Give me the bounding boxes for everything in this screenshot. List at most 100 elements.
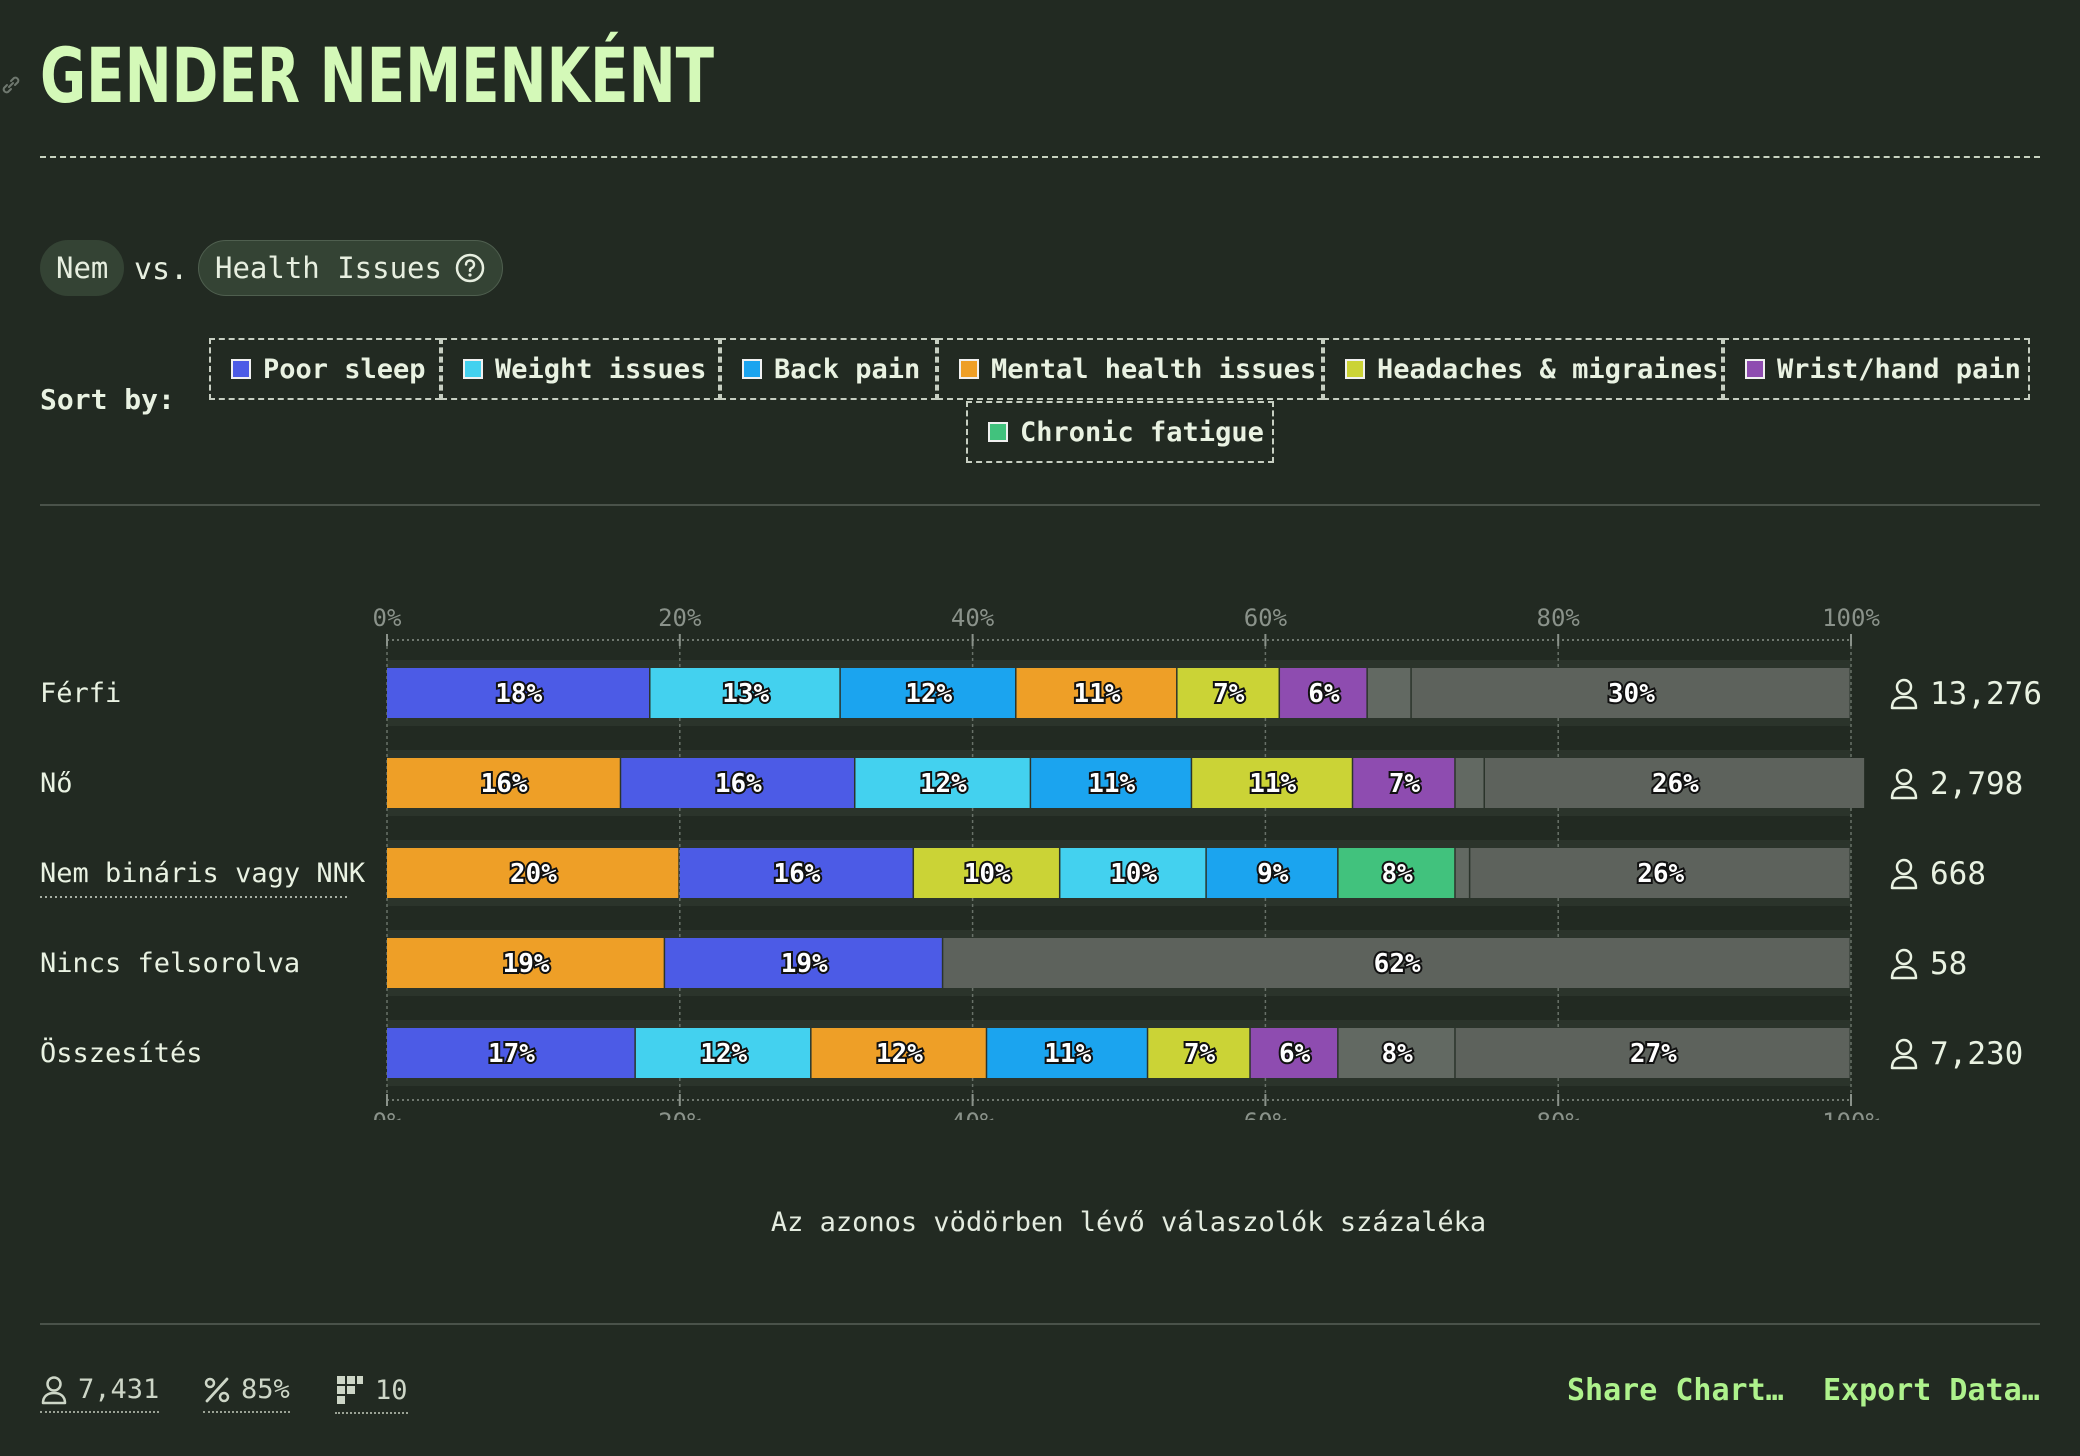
x-axis-title: Az azonos vödörben lévő válaszolók száza… (770, 1207, 1487, 1238)
sort-swatch (1345, 359, 1365, 379)
x-tick-label-bottom: 20% (658, 1108, 702, 1120)
help-icon[interactable] (454, 252, 486, 284)
export-data-button[interactable]: Export Data… (1823, 1373, 2040, 1408)
data-label: 17% (488, 1039, 535, 1069)
page-title: GENDER NEMENKÉNT (40, 31, 715, 120)
user-icon (1890, 785, 1918, 800)
user-icon (1895, 948, 1913, 966)
data-label: 10% (1110, 859, 1157, 889)
bar-other (1367, 668, 1411, 718)
stacked-bar-chart: 0% 0% 20% 20% 40% 40% 60% 60% 80% 80% 100% 100% Férf… (40, 604, 2042, 1120)
sort-swatch (959, 359, 979, 379)
dimension-nem-pill[interactable]: Nem (40, 240, 125, 296)
x-tick-label-top: 100% (1822, 604, 1880, 632)
respondents-count: 7,431 (78, 1374, 160, 1405)
data-label: 11% (1088, 769, 1135, 799)
user-icon (1895, 858, 1913, 876)
respondent-count: 7,230 (1930, 1036, 2023, 1072)
data-label: 19% (781, 949, 828, 979)
bar-other (1455, 848, 1469, 898)
x-tick-label-top: 60% (1244, 604, 1288, 632)
data-label: 8% (1382, 859, 1414, 889)
sort-option-label: Weight issues (495, 353, 707, 385)
data-label: 62% (1374, 949, 1421, 979)
row-label-nincs-felsorolva: Nincs felsorolva (40, 948, 300, 979)
dimension-health-pill[interactable]: Health Issues (198, 240, 503, 296)
percent-icon (204, 1377, 230, 1402)
sort-option-label: Headaches & migraines (1377, 353, 1719, 385)
data-label: 6% (1308, 679, 1340, 709)
title-divider (40, 156, 2040, 158)
sort-swatch (463, 359, 483, 379)
data-label: 26% (1637, 859, 1684, 889)
sort-by-label: Sort by: (40, 383, 175, 416)
sort-swatch (1745, 359, 1765, 379)
data-label: 12% (905, 679, 952, 709)
x-tick-label-bottom: 80% (1537, 1108, 1581, 1120)
percent-stat[interactable]: 85% (203, 1374, 290, 1413)
data-label: 12% (876, 1039, 923, 1069)
sort-swatch (742, 359, 762, 379)
data-label: 12% (920, 769, 967, 799)
sort-option-chronic-fatigue[interactable]: Chronic fatigue (966, 401, 1274, 463)
sort-swatch (231, 359, 251, 379)
sort-option-label: Poor sleep (263, 353, 426, 385)
sort-option-weight-issues[interactable]: Weight issues (441, 338, 720, 400)
data-label: 12% (700, 1039, 747, 1069)
x-tick-label-top: 40% (951, 604, 995, 632)
x-tick-label-bottom: 60% (1244, 1108, 1288, 1120)
data-label: 7% (1184, 1039, 1216, 1069)
data-label: 16% (773, 859, 820, 889)
data-label: 11% (1074, 679, 1121, 709)
link-icon[interactable] (0, 74, 22, 96)
x-tick-label-top: 80% (1537, 604, 1581, 632)
user-icon (1895, 768, 1913, 786)
sort-swatch (988, 422, 1008, 442)
user-icon (1895, 1038, 1913, 1056)
data-label: 6% (1279, 1039, 1311, 1069)
bar-other (1455, 758, 1484, 808)
user-icon (41, 1375, 67, 1404)
percent-value: 85% (241, 1374, 290, 1405)
data-label: 26% (1652, 769, 1699, 799)
sort-option-headaches-migraines[interactable]: Headaches & migraines (1323, 338, 1723, 400)
x-tick-label-top: 20% (658, 604, 702, 632)
sort-option-mental-health-issues[interactable]: Mental health issues (937, 338, 1323, 400)
user-icon (1890, 1055, 1918, 1070)
data-label: 20% (510, 859, 557, 889)
data-label: 7% (1389, 769, 1421, 799)
data-label: 9% (1257, 859, 1289, 889)
respondent-count: 2,798 (1930, 766, 2023, 802)
sort-option-back-pain[interactable]: Back pain (720, 338, 937, 400)
row-label-f-rfi: Férfi (40, 678, 121, 709)
data-label: 18% (495, 679, 542, 709)
footer-divider (40, 1323, 2040, 1325)
share-chart-button[interactable]: Share Chart… (1567, 1373, 1784, 1408)
dimension-nem-label: Nem (56, 251, 109, 285)
data-label: 27% (1630, 1039, 1677, 1069)
data-label: 16% (481, 769, 528, 799)
x-tick-label-top: 0% (373, 604, 402, 632)
data-label: 30% (1608, 679, 1655, 709)
data-label: 13% (722, 679, 769, 709)
respondents-stat[interactable]: 7,431 (40, 1374, 160, 1413)
sort-option-poor-sleep[interactable]: Poor sleep (209, 338, 441, 400)
user-icon (1890, 965, 1918, 980)
respondent-count: 668 (1930, 856, 1986, 892)
respondent-count: 58 (1930, 946, 1967, 982)
row-label-nem-bin-ris-vagy-nnk: Nem bináris vagy NNK (40, 858, 366, 889)
section-divider (40, 504, 2040, 506)
sort-option-label: Chronic fatigue (1020, 416, 1264, 448)
respondent-count: 13,276 (1930, 676, 2042, 712)
data-label: 11% (1044, 1039, 1091, 1069)
sort-option-wrist-hand-pain[interactable]: Wrist/hand pain (1723, 338, 2030, 400)
sort-option-label: Wrist/hand pain (1777, 353, 2021, 385)
dimension-health-label: Health Issues (215, 251, 442, 285)
grid-icon (337, 1376, 363, 1404)
sort-option-label: Mental health issues (991, 353, 1317, 385)
groups-count: 10 (375, 1374, 408, 1406)
sort-option-label: Back pain (774, 353, 921, 385)
groups-stat[interactable]: 10 (335, 1374, 408, 1414)
data-label: 11% (1249, 769, 1296, 799)
row-label-n: Nő (40, 768, 73, 799)
